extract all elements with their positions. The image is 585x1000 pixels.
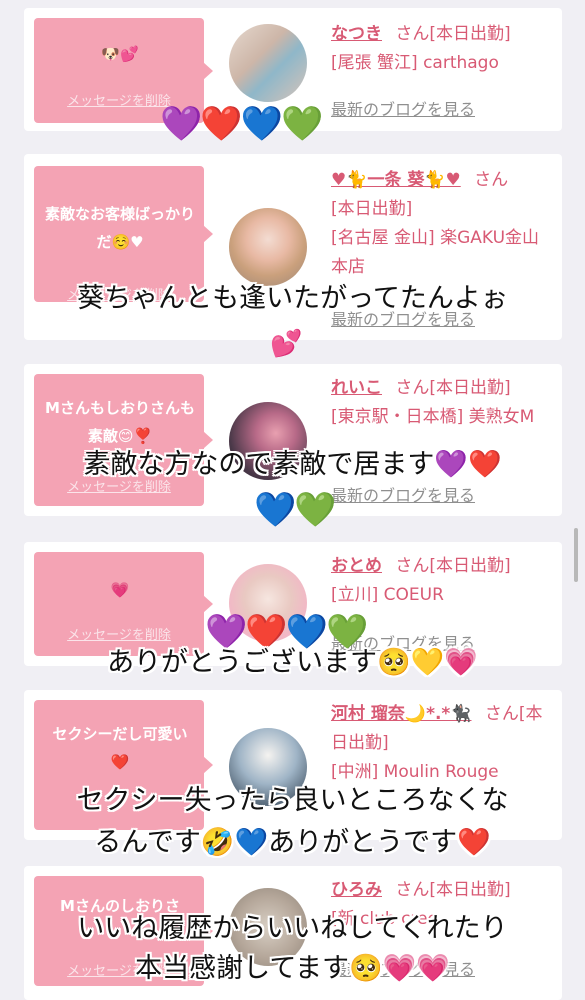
caption-5-text: 本当感謝してます: [135, 953, 349, 984]
cast-info: ♥🐈一条 葵🐈♥ さん [本日出勤] [名古屋 金山] 楽GAKU金山本店: [331, 166, 553, 282]
caption-4-line-1: セクシー失ったら良いところなくな: [76, 785, 509, 816]
cast-name-link[interactable]: ♥🐈一条 葵🐈♥: [331, 170, 461, 190]
caption-5-line-2: 本当感謝してます🥺💗💗: [0, 952, 585, 986]
purple-heart-icon: 💜: [160, 104, 202, 144]
blue-heart-icon: 💙: [234, 827, 269, 858]
caption-4-text-a: るんです: [94, 827, 201, 858]
latest-blog-link[interactable]: 最新のブログを見る: [331, 96, 475, 120]
shop-text[interactable]: [中洲] Moulin Rouge: [331, 762, 499, 782]
green-heart-icon: 💚: [294, 490, 336, 530]
caption-3: ありがとうございます🥺💛💗: [0, 646, 585, 680]
message-bubble: 💗 メッセージを削除: [34, 552, 213, 656]
shop-text[interactable]: [名古屋 金山] 楽GAKU金山本店: [331, 228, 539, 277]
delete-message-link[interactable]: メッセージを削除: [34, 624, 204, 643]
shop-text[interactable]: [尾張 蟹江] carthago: [331, 53, 499, 73]
shop-text[interactable]: [東京駅・日本橋] 美熟女M: [331, 407, 534, 427]
purple-heart-icon: 💜: [434, 449, 468, 480]
caption-5-line-1: いいね履歴からいいねしてくれたり: [77, 913, 508, 944]
cast-info: 河村 瑠奈🌙*.*🐈‍⬛ さん[本日出勤] [中洲] Moulin Rouge: [331, 700, 553, 787]
avatar[interactable]: [229, 24, 307, 102]
blue-heart-icon: 💙: [240, 104, 283, 144]
scrollbar[interactable]: [574, 528, 578, 582]
cast-info: れいこ さん[本日出勤] [東京駅・日本橋] 美熟女M: [331, 374, 553, 432]
message-text: 🐶💕: [101, 45, 139, 63]
pleading-face-icon: 🥺: [377, 647, 411, 678]
red-heart-icon: ❤️: [468, 449, 502, 480]
growing-heart-icon: 💗: [382, 953, 417, 984]
message-text: 💗: [110, 581, 130, 599]
caption-3-text: ありがとうございます: [107, 647, 378, 678]
caption-2-text: 素敵な方なので素敵で居ます: [83, 449, 435, 480]
caption-1: 葵ちゃんとも逢いたがってたんよぉ: [77, 283, 508, 314]
cast-name-link[interactable]: ひろみ: [331, 880, 382, 900]
cast-info: おとめ さん[本日出勤] [立川] COEUR: [331, 552, 553, 610]
cast-name-link[interactable]: なつき: [331, 24, 382, 44]
heart-row-2: 💙💚: [254, 490, 337, 530]
status-text: さん[本日出勤]: [395, 556, 511, 576]
yellow-heart-icon: 💛: [410, 647, 445, 678]
message-bubble: Mさんもしおりさんも素敵😊❣️ メッセージを削除: [34, 374, 213, 506]
status-text: さん[本日出勤]: [395, 378, 511, 398]
message-text: セクシーだし可愛い❤️: [52, 725, 188, 771]
heart-row-1: 💜❤️💙💚: [160, 104, 323, 144]
status-text: [本日出勤]: [331, 199, 413, 219]
status-text: さん: [474, 170, 509, 190]
cast-name-link[interactable]: 河村 瑠奈🌙*.*🐈‍⬛: [331, 704, 472, 724]
blue-heart-icon: 💙: [254, 490, 296, 530]
rofl-icon: 🤣: [200, 827, 235, 858]
message-text: 素敵なお客様ばっかりだ☺️♥: [44, 205, 195, 251]
growing-heart-icon: 💗: [416, 953, 450, 984]
cast-name-link[interactable]: おとめ: [331, 556, 382, 576]
green-heart-icon: 💚: [281, 104, 323, 144]
pleading-face-icon: 🥺: [348, 953, 383, 984]
caption-4-line-2: るんです🤣💙ありがとうです❤️: [0, 826, 585, 860]
cast-name-link[interactable]: れいこ: [331, 378, 382, 398]
cast-info: なつき さん[本日出勤] [尾張 蟹江] carthago: [331, 20, 553, 78]
red-heart-icon: ❤️: [457, 827, 491, 858]
message-text: Mさんもしおりさんも素敵😊❣️: [45, 399, 195, 445]
red-heart-icon: ❤️: [200, 104, 242, 144]
two-hearts-icon: 💕: [270, 329, 302, 359]
shop-text[interactable]: [立川] COEUR: [331, 585, 444, 605]
caption-2: 素敵な方なので素敵で居ます💜❤️: [0, 448, 585, 482]
latest-blog-link[interactable]: 最新のブログを見る: [331, 482, 475, 506]
growing-heart-icon: 💗: [444, 647, 478, 678]
avatar[interactable]: [229, 208, 307, 286]
status-text: さん[本日出勤]: [395, 24, 511, 44]
status-text: さん[本日出勤]: [395, 880, 511, 900]
caption-4-text-b: ありがとうです: [268, 827, 458, 858]
two-hearts-row: 💕: [270, 324, 302, 364]
